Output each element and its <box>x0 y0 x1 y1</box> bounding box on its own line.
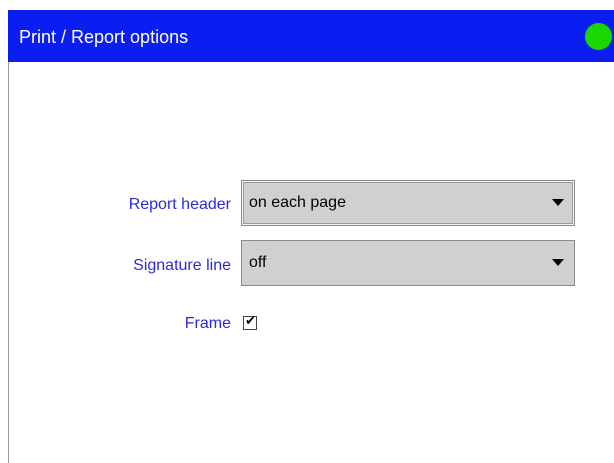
report-header-select[interactable]: on each page <box>241 180 575 226</box>
chevron-down-icon <box>552 199 564 206</box>
title-bar: Print / Report options <box>8 10 614 62</box>
window-title: Print / Report options <box>19 27 189 47</box>
signature-line-label: Signature line <box>133 257 231 274</box>
signature-line-select[interactable]: off <box>241 240 575 286</box>
window-left-border <box>8 10 9 463</box>
report-header-value: on each page <box>249 194 346 211</box>
report-header-label: Report header <box>128 196 231 213</box>
signature-line-value: off <box>249 254 267 271</box>
checkbox-checked-icon: ✔ <box>245 314 256 329</box>
frame-label: Frame <box>184 315 231 332</box>
frame-checkbox[interactable]: ✔ <box>243 314 257 330</box>
chevron-down-icon <box>552 259 564 266</box>
status-dot-icon <box>585 23 612 50</box>
print-report-options-window: Print / Report options Report header on … <box>0 0 614 463</box>
